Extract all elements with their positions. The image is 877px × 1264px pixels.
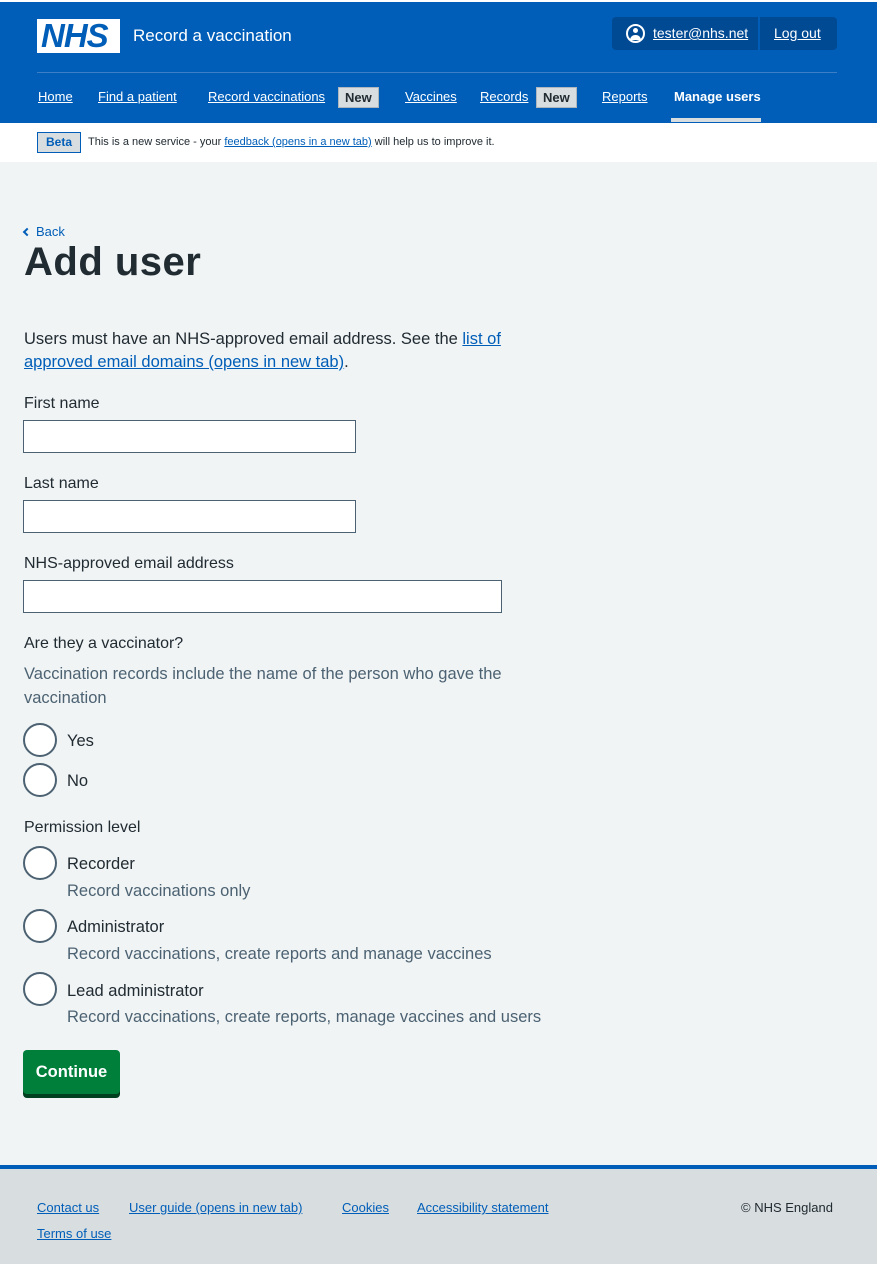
footer-terms[interactable]: Terms of use <box>37 1226 111 1241</box>
site-footer: Contact us User guide (opens in new tab)… <box>0 1165 877 1264</box>
footer-accessibility[interactable]: Accessibility statement <box>417 1200 549 1215</box>
beta-text: This is a new service - your feedback (o… <box>88 136 495 148</box>
first-name-input[interactable] <box>23 420 356 453</box>
user-icon <box>626 24 645 43</box>
site-header: NHS Record a vaccination tester@nhs.net … <box>0 0 877 123</box>
nhs-logo[interactable]: NHS <box>37 17 120 54</box>
logout-area: Log out <box>760 17 837 50</box>
feedback-link[interactable]: feedback (opens in a new tab) <box>224 136 371 148</box>
permission-lead-administrator-radio[interactable] <box>23 972 57 1006</box>
email-label: NHS-approved email address <box>24 555 234 572</box>
account-area: tester@nhs.net Log out <box>612 17 837 50</box>
nav-home[interactable]: Home <box>38 89 73 104</box>
permission-level-label: Permission level <box>24 819 141 836</box>
vaccinator-hint: Vaccination records include the name of … <box>24 665 502 707</box>
nav-current-indicator <box>671 118 761 122</box>
permission-administrator-label[interactable]: Administrator <box>67 918 164 937</box>
beta-banner: Beta This is a new service - your feedba… <box>0 123 877 162</box>
nhs-logo-text: NHS <box>41 17 109 54</box>
vaccinator-no-label[interactable]: No <box>67 772 88 791</box>
last-name-label: Last name <box>24 475 99 492</box>
nav-find-patient[interactable]: Find a patient <box>98 89 177 104</box>
nav-record-vaccinations[interactable]: Record vaccinations <box>208 89 325 104</box>
footer-contact-us[interactable]: Contact us <box>37 1200 99 1215</box>
vaccinator-yes-label[interactable]: Yes <box>67 732 94 751</box>
logout-link[interactable]: Log out <box>774 25 821 41</box>
permission-lead-administrator-hint: Record vaccinations, create reports, man… <box>67 1008 542 1026</box>
back-link[interactable]: Back <box>22 224 65 239</box>
chevron-left-icon <box>22 227 32 237</box>
permission-recorder-radio[interactable] <box>23 846 57 880</box>
account-email-link[interactable]: tester@nhs.net <box>653 25 748 41</box>
service-name[interactable]: Record a vaccination <box>133 26 292 46</box>
nav-records[interactable]: Records <box>480 89 528 104</box>
account-user: tester@nhs.net <box>612 17 758 50</box>
permission-recorder-hint: Record vaccinations only <box>67 882 251 900</box>
footer-user-guide[interactable]: User guide (opens in new tab) <box>129 1200 302 1215</box>
page-title: Add user <box>24 240 202 284</box>
beta-tag: Beta <box>37 132 81 153</box>
header-divider <box>37 72 837 73</box>
first-name-label: First name <box>24 395 100 412</box>
vaccinator-question: Are they a vaccinator? <box>24 635 184 652</box>
last-name-input[interactable] <box>23 500 356 533</box>
nav-manage-users[interactable]: Manage users <box>674 89 761 104</box>
permission-administrator-hint: Record vaccinations, create reports and … <box>67 945 492 963</box>
footer-cookies[interactable]: Cookies <box>342 1200 389 1215</box>
back-label[interactable]: Back <box>36 224 65 239</box>
nav-reports[interactable]: Reports <box>602 89 648 104</box>
permission-lead-administrator-label[interactable]: Lead administrator <box>67 982 204 1001</box>
intro-text: Users must have an NHS-approved email ad… <box>24 330 501 371</box>
copyright: © NHS England <box>741 1200 833 1215</box>
permission-recorder-label[interactable]: Recorder <box>67 855 135 874</box>
continue-button[interactable]: Continue <box>23 1050 120 1094</box>
nav-vaccines[interactable]: Vaccines <box>405 89 457 104</box>
email-input[interactable] <box>23 580 502 613</box>
vaccinator-no-radio[interactable] <box>23 763 57 797</box>
vaccinator-yes-radio[interactable] <box>23 723 57 757</box>
new-tag-records: New <box>536 87 577 108</box>
new-tag-record-vaccinations: New <box>338 87 379 108</box>
permission-administrator-radio[interactable] <box>23 909 57 943</box>
